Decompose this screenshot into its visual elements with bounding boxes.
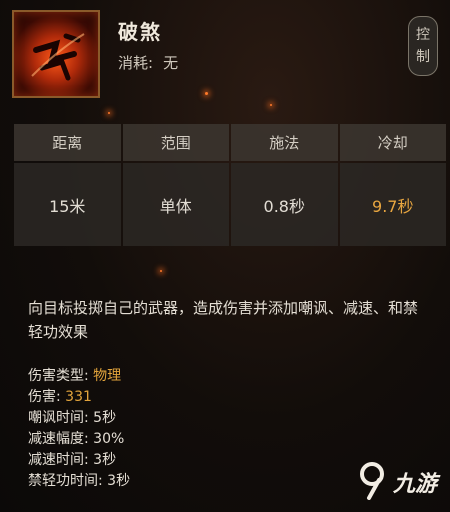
stat-header-range: 距离 xyxy=(14,124,121,161)
property-label: 伤害类型: xyxy=(28,368,89,384)
stat-value-cast: 0.8秒 xyxy=(231,163,338,246)
cost-value: 无 xyxy=(163,54,179,72)
cost-row: 消耗: 无 xyxy=(118,52,188,73)
property-row: 伤害类型: 物理 xyxy=(28,366,328,387)
stats-table: 距离 范围 施法 冷却 15米 单体 0.8秒 9.7秒 xyxy=(14,124,446,246)
property-value: 3秒 xyxy=(107,473,131,489)
skill-description: 向目标投掷自己的武器，造成伤害并添加嘲讽、减速、和禁轻功效果 xyxy=(28,299,419,341)
control-badge-char: 制 xyxy=(416,49,430,65)
ember-particle xyxy=(160,270,162,272)
nine-game-logo-icon xyxy=(355,460,389,504)
property-row: 减速时间: 3秒 xyxy=(28,450,328,471)
skill-name: 破煞 xyxy=(118,20,162,44)
stat-value-scope: 单体 xyxy=(122,163,229,246)
property-label: 减速幅度: xyxy=(28,431,89,447)
property-label: 禁轻功时间: xyxy=(28,473,103,489)
property-row: 嘲讽时间: 5秒 xyxy=(28,408,328,429)
control-badge[interactable]: 控 制 xyxy=(408,16,438,76)
watermark-logo: 九游 xyxy=(355,458,445,506)
property-value: 5秒 xyxy=(93,410,117,426)
cost-label: 消耗: xyxy=(118,54,154,72)
stat-header-cast: 施法 xyxy=(231,124,338,161)
property-value: 331 xyxy=(65,389,92,405)
property-row: 伤害: 331 xyxy=(28,387,328,408)
skill-emblem-icon xyxy=(12,10,100,98)
stat-value-cooldown: 9.7秒 xyxy=(339,163,446,246)
skill-properties: 伤害类型: 物理 伤害: 331 嘲讽时间: 5秒 减速幅度: 30% 减速时间… xyxy=(28,366,328,492)
stat-header-scope: 范围 xyxy=(122,124,229,161)
skill-header: 破煞 消耗: 无 控 制 xyxy=(0,0,450,112)
property-row: 禁轻功时间: 3秒 xyxy=(28,471,328,492)
property-label: 伤害: xyxy=(28,389,61,405)
ember-particle xyxy=(108,112,110,114)
stat-header-cooldown: 冷却 xyxy=(339,124,446,161)
watermark-text: 九游 xyxy=(393,472,438,497)
property-value: 3秒 xyxy=(93,452,117,468)
property-value: 30% xyxy=(93,431,125,447)
property-value: 物理 xyxy=(93,368,122,384)
property-label: 减速时间: xyxy=(28,452,89,468)
property-row: 减速幅度: 30% xyxy=(28,429,328,450)
property-label: 嘲讽时间: xyxy=(28,410,89,426)
control-badge-char: 控 xyxy=(416,27,430,43)
stat-value-range: 15米 xyxy=(14,163,121,246)
